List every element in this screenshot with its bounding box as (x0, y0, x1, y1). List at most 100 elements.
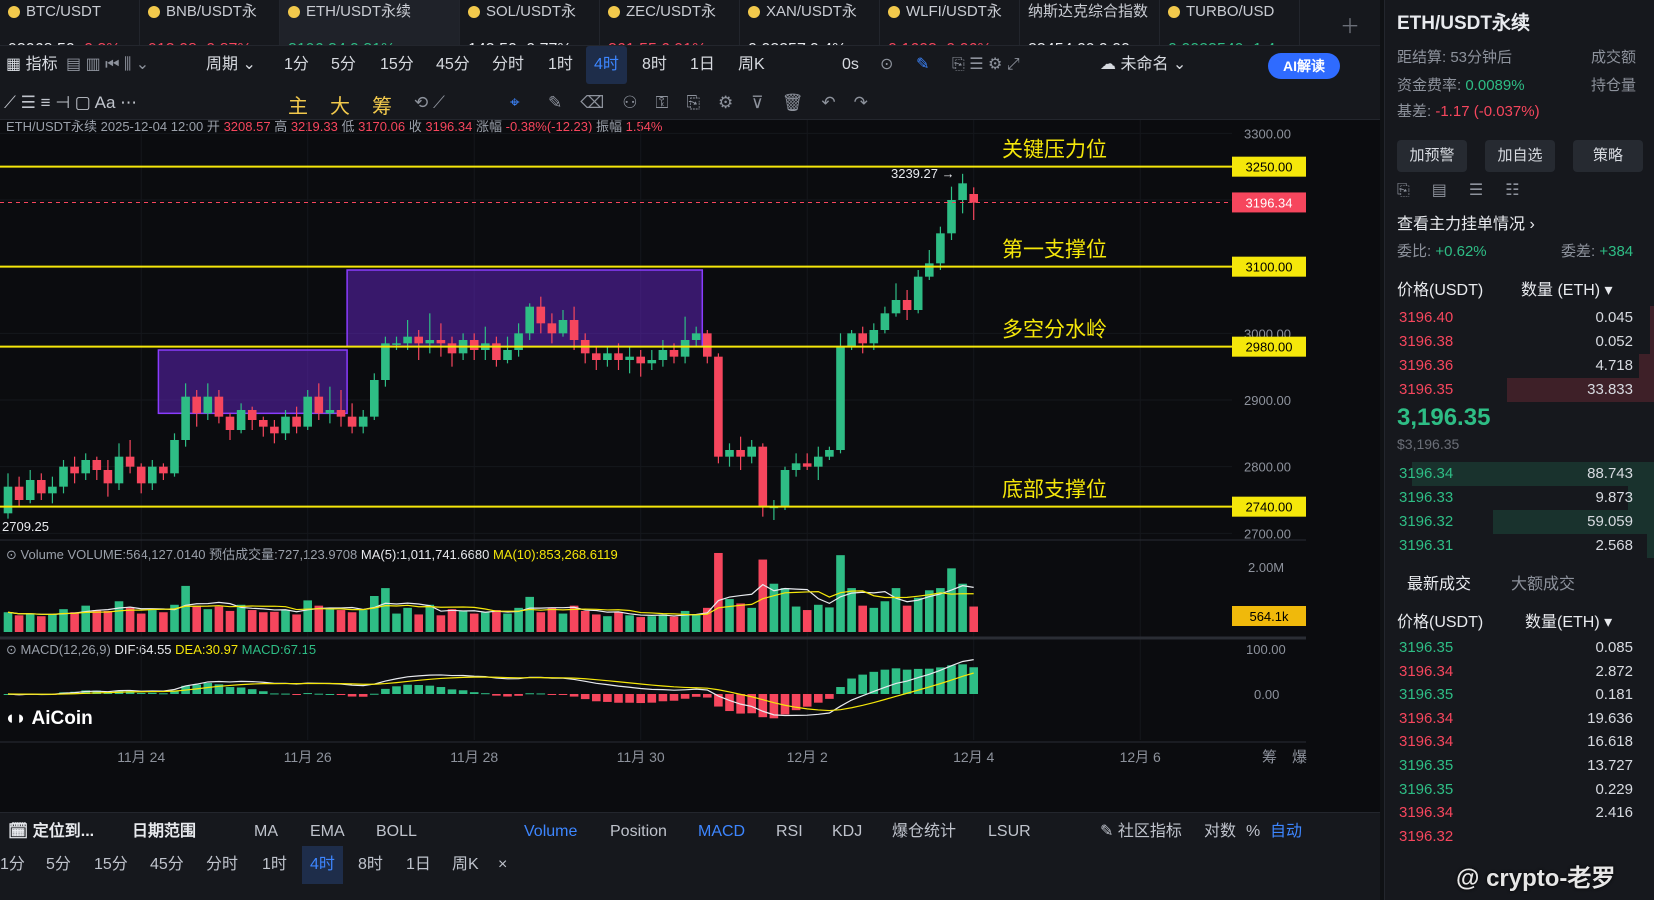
ask-row[interactable]: 3196.38 0.052 (1385, 330, 1654, 354)
candle-body (658, 350, 668, 360)
close-intervals-icon[interactable]: × (498, 846, 507, 884)
add-alert-button[interactable]: 加预警 (1397, 140, 1467, 172)
interval-3[interactable]: 45分 (436, 46, 470, 84)
big-order-button[interactable]: 大 (330, 90, 350, 119)
ticker-7[interactable]: 纳斯达克综合指数 23454.09 0.00 (1020, 0, 1160, 45)
strategy-button[interactable]: 策略 (1573, 140, 1643, 172)
ask-row[interactable]: 3196.36 4.718 (1385, 354, 1654, 378)
volume-bar (203, 609, 213, 632)
macd-bar (225, 687, 235, 694)
ticker-name: BNB/USDT永 (148, 2, 273, 22)
auto-toggle[interactable]: 自动 (1270, 813, 1302, 851)
ai-interpret-button[interactable]: AI解读 (1268, 53, 1340, 79)
interval-7[interactable]: 8时 (642, 46, 667, 84)
volume-bar (425, 604, 435, 632)
trade-price: 3196.35 (1399, 757, 1454, 774)
bid-row[interactable]: 3196.34 88.743 (1385, 462, 1654, 486)
volume-value: 564.1k (1249, 609, 1289, 624)
volume-bar (370, 596, 379, 632)
ticker-8[interactable]: TURBO/USD 0.0023549 -1.4 (1160, 0, 1300, 45)
log-toggle[interactable]: 对数 (1204, 813, 1236, 851)
indicator-position[interactable]: Position (610, 813, 667, 851)
main-force-button[interactable]: 主 (288, 90, 308, 119)
community-indicator-button[interactable]: ✎ 社区指标 (1100, 813, 1182, 851)
indicator-爆仓统计[interactable]: 爆仓统计 (892, 813, 956, 851)
bottom-interval-8[interactable]: 1日 (406, 846, 431, 884)
ticker-6[interactable]: WLFI/USDT永 0.1603 -0.06% (880, 0, 1020, 45)
ticker-3[interactable]: SOL/USDT永 143.50 -0.77% (460, 0, 600, 45)
bottom-interval-0[interactable]: 1分 (0, 846, 25, 884)
ticker-4[interactable]: ZEC/USDT永 361.55 6.91% (600, 0, 740, 45)
price-chart[interactable]: ETH/USDT永续 2025-12-04 12:00 开 3208.57 高 … (0, 119, 1380, 840)
time-tick: 12月 2 (787, 749, 828, 765)
indicator-kdj[interactable]: KDJ (832, 813, 862, 851)
bid-row[interactable]: 3196.31 2.568 (1385, 534, 1654, 558)
ask-row[interactable]: 3196.35 33.833 (1385, 378, 1654, 402)
macd-tick: 0.00 (1254, 687, 1279, 702)
candle-body (669, 350, 679, 357)
macd-bar (603, 694, 612, 702)
ticker-1[interactable]: BNB/USDT永 913.08 -0.87% (140, 0, 280, 45)
volume-bar (436, 615, 446, 632)
interval-8[interactable]: 1日 (690, 46, 715, 84)
trade-qty: 13.727 (1587, 757, 1633, 774)
interval-1[interactable]: 5分 (331, 46, 356, 84)
add-watchlist-button[interactable]: 加自选 (1485, 140, 1555, 172)
bottom-interval-4[interactable]: 分时 (206, 846, 238, 884)
tab-latest-trades[interactable]: 最新成交 (1407, 570, 1471, 594)
tab-large-trades[interactable]: 大额成交 (1511, 570, 1575, 594)
indicator-lsur[interactable]: LSUR (988, 813, 1031, 851)
ask-row[interactable]: 3196.40 0.045 (1385, 306, 1654, 330)
interval-6[interactable]: 4时 (586, 46, 627, 84)
ticker-change: -0.87% (201, 41, 252, 45)
trade-price: 3196.34 (1399, 804, 1454, 822)
macd-dif-line (7, 659, 974, 717)
tools-icons[interactable]: ⎘ ☰ ⚙ ⤢ (952, 46, 1020, 84)
trade-row: 3196.35 13.727 (1385, 754, 1654, 778)
volume-bar (891, 588, 901, 632)
percent-toggle[interactable]: % (1246, 813, 1260, 851)
trade-qty-header[interactable]: 数量(ETH) ▾ (1525, 608, 1612, 632)
bottom-interval-3[interactable]: 45分 (150, 846, 184, 884)
layout-name-dropdown[interactable]: ☁ 未命名 ⌄ (1100, 46, 1186, 84)
ask-price: 3196.38 (1399, 333, 1454, 350)
add-ticker-icon[interactable]: ＋ (1340, 10, 1360, 39)
bottom-interval-1[interactable]: 5分 (46, 846, 71, 884)
depth-link[interactable]: 查看主力挂单情况 › (1397, 210, 1535, 234)
bottom-interval-7[interactable]: 8时 (358, 846, 383, 884)
candle-body (925, 263, 934, 277)
macd-bar (303, 693, 312, 695)
chart-canvas[interactable]: 3300.003200.003100.003000.002900.002800.… (0, 120, 1310, 812)
macd-bar (625, 694, 634, 703)
bottom-interval-2[interactable]: 15分 (94, 846, 128, 884)
chip-button[interactable]: 筹 (372, 90, 392, 119)
macd-bar (148, 692, 157, 694)
indicator-rsi[interactable]: RSI (776, 813, 803, 851)
ticker-2[interactable]: ETH/USDT永续 3196.34 0.31% (280, 0, 460, 45)
bid-row[interactable]: 3196.32 59.059 (1385, 510, 1654, 534)
bottom-interval-6[interactable]: 4时 (302, 846, 343, 884)
indicator-button[interactable]: ▦ 指标 (6, 46, 58, 84)
macd-bar (958, 664, 967, 694)
interval-0[interactable]: 1分 (284, 46, 309, 84)
layout-icons[interactable]: ▤ ▥ ⏮ ⫼ ⌄ (66, 46, 149, 84)
period-dropdown[interactable]: 周期 ⌄ (206, 46, 256, 84)
pen-icon[interactable]: ✎ (916, 46, 929, 84)
bottom-interval-5[interactable]: 1时 (262, 846, 287, 884)
ticker-5[interactable]: XAN/USDT永 0.02257 0.4% (740, 0, 880, 45)
bid-row[interactable]: 3196.33 9.873 (1385, 486, 1654, 510)
depth-view-icons[interactable]: ⎘▤☰☷ (1397, 180, 1542, 200)
bottom-interval-9[interactable]: 周K (452, 846, 479, 884)
camera-icon[interactable]: ⊙ (880, 46, 893, 84)
ticker-0[interactable]: BTC/USDT 93068.50 -0.3% (0, 0, 140, 45)
candle-body (736, 450, 745, 457)
interval-2[interactable]: 15分 (380, 46, 414, 84)
indicator-macd[interactable]: MACD (698, 813, 745, 851)
interval-4[interactable]: 分时 (492, 46, 524, 84)
qty-column-header[interactable]: 数量 (ETH) ▾ (1521, 276, 1613, 300)
interval-9[interactable]: 周K (738, 46, 765, 84)
interval-5[interactable]: 1时 (548, 46, 573, 84)
candle-body (791, 463, 801, 470)
volume-bar (547, 607, 557, 632)
indicator-volume[interactable]: Volume (524, 813, 577, 851)
